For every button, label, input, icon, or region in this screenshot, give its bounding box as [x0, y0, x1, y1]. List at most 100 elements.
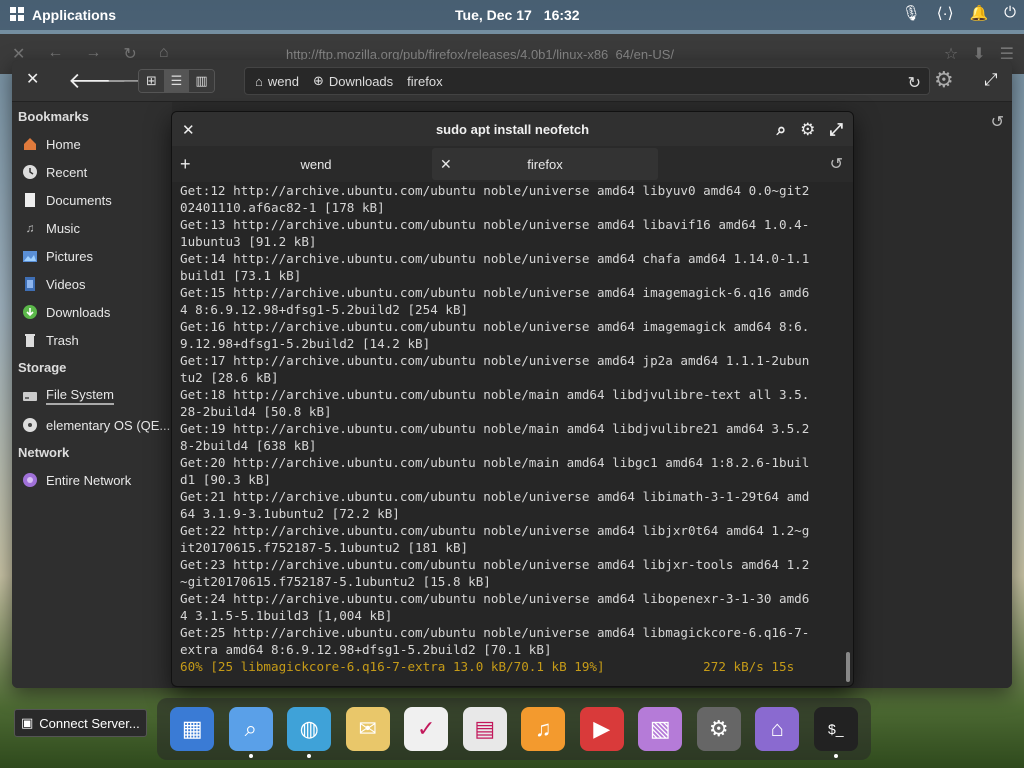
- terminal-line: Get:21 http://archive.ubuntu.com/ubuntu …: [180, 489, 810, 504]
- sidebar-item-videos[interactable]: Videos: [22, 276, 86, 292]
- network-icon[interactable]: ⟨·⟩: [937, 4, 954, 22]
- microphone-muted-icon[interactable]: 🎙: [902, 4, 921, 22]
- dock-app-mail[interactable]: ✉: [345, 707, 390, 751]
- date-time-indicator[interactable]: Tue, Dec 17 16:32: [455, 7, 580, 23]
- terminal-line: 1ubuntu3 [91.2 kB]: [180, 234, 317, 249]
- terminal-icon: $_: [827, 721, 844, 737]
- terminal-line: build1 [73.1 kB]: [180, 268, 302, 283]
- history-icon[interactable]: ↺: [830, 154, 843, 174]
- panel-date: Tue, Dec 17: [455, 7, 532, 23]
- terminal-output[interactable]: Get:12 http://archive.ubuntu.com/ubuntu …: [180, 182, 844, 682]
- tab-firefox[interactable]: ✕ firefox: [432, 148, 658, 180]
- terminal-headerbar: ✕ sudo apt install neofetch ⌕ ⚙ ⤢: [172, 112, 853, 146]
- sidebar-item-recent[interactable]: Recent: [22, 164, 87, 180]
- sidebar-item-home[interactable]: Home: [22, 136, 81, 152]
- network-icon: [22, 472, 38, 488]
- column-view-icon[interactable]: ▥: [189, 70, 214, 92]
- trash-icon: [22, 332, 38, 348]
- system-tray: 🎙 ⟨·⟩ 🔔 ⏻: [902, 4, 1016, 22]
- dock-app-web-browser[interactable]: ◍: [287, 707, 332, 758]
- dock: ▦ ⌕ ◍ ✉ ✓ ▤ ♫ ▶ ▧ ⚙ ⌂ $_: [157, 698, 871, 760]
- panel-time: 16:32: [543, 7, 580, 23]
- sidebar-item-documents[interactable]: Documents: [22, 192, 112, 208]
- terminal-close-icon[interactable]: ✕: [182, 121, 195, 139]
- sidebar-item-file-system[interactable]: File System: [22, 387, 114, 405]
- picture-icon: [22, 248, 38, 264]
- notifications-icon[interactable]: 🔔: [969, 4, 988, 22]
- dock-app-settings[interactable]: ⚙: [696, 707, 741, 751]
- sidebar-item-entire-network[interactable]: Entire Network: [22, 472, 131, 488]
- sidebar-item-music[interactable]: ♫ Music: [22, 220, 80, 236]
- terminal-line: Get:13 http://archive.ubuntu.com/ubuntu …: [180, 217, 810, 232]
- dock-app-calendar[interactable]: ▤: [462, 707, 507, 751]
- multitasking-icon: ▦: [181, 716, 203, 741]
- dock-app-files[interactable]: ⌕: [228, 707, 273, 758]
- terminal-line: Get:23 http://archive.ubuntu.com/ubuntu …: [180, 557, 810, 572]
- dock-app-terminal[interactable]: $_: [813, 707, 858, 758]
- connect-server-window[interactable]: ▣ Connect Server...: [14, 709, 147, 737]
- grid-view-icon[interactable]: ⊞: [139, 70, 164, 92]
- storage-heading: Storage: [18, 360, 67, 375]
- terminal-line: 02401110.af6ac82-1 [178 kB]: [180, 200, 385, 215]
- running-indicator: [307, 754, 312, 758]
- terminal-line: 28-2build4 [50.8 kB]: [180, 404, 332, 419]
- terminal-line: extra amd64 8:6.9.12.98+dfsg1-5.2build2 …: [180, 642, 552, 657]
- list-view-icon[interactable]: ☰: [164, 70, 189, 92]
- terminal-line: Get:18 http://archive.ubuntu.com/ubuntu …: [180, 387, 810, 402]
- terminal-line: 9.12.98+dfsg1-5.2build2 [14.2 kB]: [180, 336, 431, 351]
- terminal-line: Get:25 http://archive.ubuntu.com/ubuntu …: [180, 625, 810, 640]
- terminal-line: it20170615.f752187-5.1ubuntu2 [181 kB]: [180, 540, 469, 555]
- music-icon: ♫: [25, 221, 35, 235]
- history-icon[interactable]: ↺: [991, 112, 1004, 132]
- sidebar: Bookmarks Home Recent Documents ♫ Music …: [12, 102, 172, 688]
- terminal-tab-bar: + wend ✕ firefox ↺: [172, 146, 853, 182]
- running-indicator: [248, 754, 253, 758]
- reload-icon[interactable]: ↻: [908, 73, 921, 93]
- clock-icon: [22, 164, 38, 180]
- search-icon[interactable]: ⌕: [777, 120, 787, 140]
- dock-app-tasks[interactable]: ✓: [404, 707, 449, 751]
- breadcrumb-downloads[interactable]: ⊕ Downloads: [311, 73, 401, 89]
- terminal-line: Get:16 http://archive.ubuntu.com/ubuntu …: [180, 319, 810, 334]
- files-icon: ⌕: [244, 716, 257, 741]
- dock-app-photos[interactable]: ▧: [638, 707, 683, 751]
- new-tab-icon[interactable]: +: [180, 154, 191, 175]
- breadcrumb[interactable]: ⌂ wend ⊕ Downloads firefox ↻: [244, 67, 930, 95]
- sidebar-item-pictures[interactable]: Pictures: [22, 248, 93, 264]
- home-icon: [22, 136, 38, 152]
- settings-gear-icon[interactable]: ⚙: [934, 69, 954, 91]
- terminal-scrollbar[interactable]: [846, 652, 850, 682]
- sidebar-item-elementary-os[interactable]: elementary OS (QE...: [22, 417, 170, 433]
- terminal-line: Get:15 http://archive.ubuntu.com/ubuntu …: [180, 285, 810, 300]
- gear-icon[interactable]: ⚙: [800, 120, 815, 140]
- dock-app-videos[interactable]: ▶: [579, 707, 624, 751]
- dock-app-appcenter[interactable]: ⌂: [755, 707, 800, 751]
- video-icon: [22, 276, 38, 292]
- music-icon: ♫: [535, 716, 552, 741]
- terminal-line: 4 8:6.9.12.98+dfsg1-5.2build2 [254 kB]: [180, 302, 469, 317]
- terminal-line: Get:20 http://archive.ubuntu.com/ubuntu …: [180, 455, 810, 470]
- terminal-line: Get:24 http://archive.ubuntu.com/ubuntu …: [180, 591, 810, 606]
- tab-wend[interactable]: wend: [202, 148, 430, 180]
- dock-app-music[interactable]: ♫: [521, 707, 566, 751]
- dock-app-multitasking-view[interactable]: ▦: [170, 707, 215, 751]
- terminal-line: 4 3.1.5-5.1build3 [1,004 kB]: [180, 608, 393, 623]
- mail-icon: ✉: [358, 716, 377, 741]
- fullscreen-icon[interactable]: ⤢: [829, 120, 843, 140]
- tab-close-icon[interactable]: ✕: [440, 156, 452, 173]
- connect-server-icon: ▣: [21, 715, 34, 730]
- breadcrumb-firefox[interactable]: firefox: [405, 74, 450, 89]
- store-icon: ⌂: [770, 716, 784, 741]
- drive-icon: [22, 388, 38, 404]
- progress-line: 60% [25 libmagickcore-6.q16-7-extra 13.0…: [180, 659, 795, 674]
- breadcrumb-home[interactable]: ⌂ wend: [253, 74, 307, 89]
- applications-menu[interactable]: Applications: [0, 5, 116, 26]
- photos-icon: ▧: [649, 716, 671, 741]
- sidebar-item-downloads[interactable]: Downloads: [22, 304, 110, 320]
- applications-label: Applications: [32, 7, 117, 23]
- sidebar-item-trash[interactable]: Trash: [22, 332, 79, 348]
- power-icon[interactable]: ⏻: [1004, 4, 1016, 22]
- terminal-window: ✕ sudo apt install neofetch ⌕ ⚙ ⤢ + wend…: [171, 111, 854, 687]
- close-icon[interactable]: ✕: [26, 72, 39, 88]
- fullscreen-icon[interactable]: ⤢: [984, 71, 998, 88]
